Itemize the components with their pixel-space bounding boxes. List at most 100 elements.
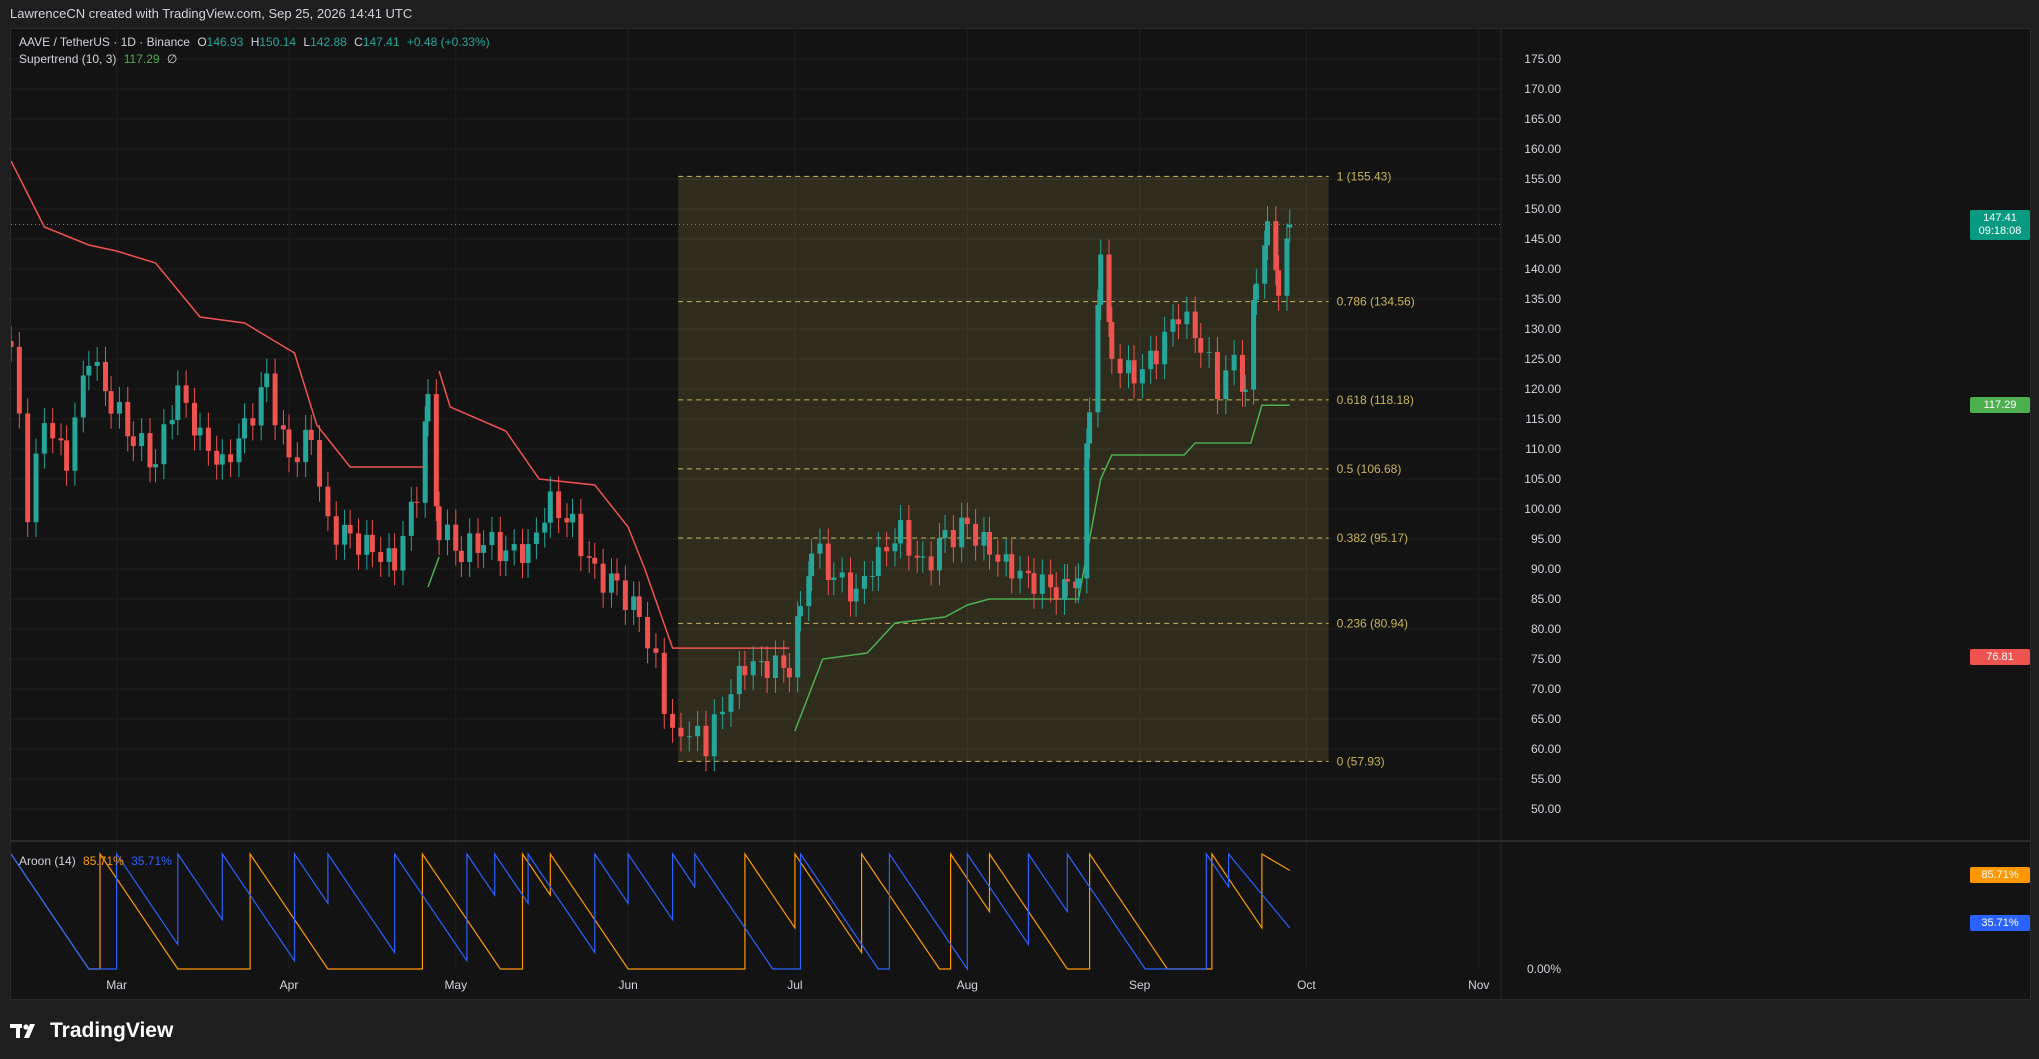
- y-tick-label: 80.00: [1531, 622, 1561, 636]
- candle-body: [458, 550, 464, 563]
- chart-attribution: LawrenceCN created with TradingView.com,…: [10, 6, 413, 21]
- price-legend: AAVE / TetherUS · 1D · Binance O146.93 H…: [19, 35, 494, 49]
- open-label: O: [197, 35, 207, 49]
- candle-body: [125, 401, 131, 437]
- candle-body: [25, 413, 31, 523]
- candle-body: [578, 513, 584, 557]
- candle-body: [400, 535, 406, 571]
- candle-body: [475, 533, 481, 553]
- candle-body: [1064, 578, 1070, 582]
- y-tick-label: 115.00: [1525, 412, 1561, 426]
- candle-body: [906, 520, 912, 556]
- candle-body: [1025, 570, 1031, 574]
- y-tick-label: 120.00: [1524, 382, 1561, 396]
- candle-body: [1242, 389, 1248, 392]
- aroon-legend[interactable]: Aroon (14) 85.71% 35.71%: [19, 854, 176, 868]
- aroon-down-value: 35.71%: [131, 854, 172, 868]
- candle-body: [653, 648, 659, 653]
- y-tick-label: 60.00: [1531, 742, 1561, 756]
- candle-body: [875, 547, 881, 576]
- candle-body: [103, 361, 109, 392]
- price-chart[interactable]: Mar Apr May Jun Jul Aug Sep Oct Nov 1 (155.43) 0.7…: [11, 29, 2030, 999]
- supertrend-legend[interactable]: Supertrend (10, 3) 117.29 ∅: [19, 52, 181, 66]
- tradingview-brand[interactable]: TradingView: [10, 1015, 173, 1047]
- countdown-value: 09:18:08: [1978, 225, 2022, 237]
- candle-body: [1262, 245, 1268, 284]
- candle-body: [497, 531, 503, 562]
- y-tick-label: 55.00: [1531, 772, 1561, 786]
- high-value: 150.14: [259, 35, 297, 49]
- candle-body: [622, 580, 628, 611]
- candle-body: [139, 433, 145, 447]
- y-tick-label: 50.00: [1531, 802, 1561, 816]
- candle-body: [1214, 351, 1220, 400]
- candle-body: [503, 550, 509, 562]
- candle-body: [936, 538, 942, 571]
- candle-body: [1126, 360, 1131, 374]
- candle-body: [695, 725, 701, 737]
- candle-body: [511, 544, 517, 551]
- candle-body: [981, 531, 987, 546]
- fib-level-label: 1 (155.43): [1337, 169, 1392, 183]
- candle-body: [525, 544, 531, 564]
- candle-body: [564, 518, 570, 523]
- candle-body: [1084, 443, 1090, 579]
- candle-body: [839, 572, 845, 578]
- candle-body: [197, 427, 203, 436]
- candle-body: [519, 544, 525, 564]
- candle-body: [1206, 351, 1212, 353]
- candle-body: [987, 531, 993, 555]
- candle-body: [914, 555, 920, 558]
- chart-frame[interactable]: Mar Apr May Jun Jul Aug Sep Oct Nov 1 (155.43) 0.7…: [10, 28, 2031, 1000]
- candle-body: [386, 548, 392, 562]
- aroon-label: Aroon (14): [19, 854, 76, 868]
- y-tick-label: 85.00: [1531, 592, 1561, 606]
- candle-body: [80, 375, 86, 418]
- candle-body: [1109, 321, 1115, 359]
- candle-body: [72, 417, 78, 471]
- candle-body: [317, 440, 323, 487]
- candle-body: [1062, 578, 1068, 600]
- candle-body: [481, 545, 487, 553]
- candle-body: [1075, 578, 1081, 589]
- candle-body: [1231, 354, 1237, 371]
- candle-body: [294, 457, 300, 463]
- candle-body: [797, 606, 803, 617]
- symbol-label[interactable]: AAVE / TetherUS · 1D · Binance: [19, 35, 190, 49]
- candle-body: [964, 517, 970, 524]
- y-tick-label: 160.00: [1524, 142, 1561, 156]
- candle-body: [355, 533, 361, 555]
- candle-body: [884, 547, 890, 552]
- candle-body: [678, 727, 684, 737]
- candle-body: [64, 440, 70, 471]
- candle-body: [1117, 358, 1123, 374]
- candle-body: [614, 573, 620, 581]
- candle-body: [425, 394, 431, 422]
- candle-body: [533, 532, 539, 545]
- aroon-down-badge: 35.71%: [1970, 915, 2030, 931]
- candle-body: [219, 454, 225, 465]
- candle-body: [759, 661, 765, 663]
- candle-body: [41, 423, 47, 454]
- aroon-up-value: 85.71%: [83, 854, 124, 868]
- candle-body: [236, 438, 242, 463]
- candle-body: [1053, 587, 1059, 600]
- y-tick-label: 125.00: [1524, 352, 1561, 366]
- y-tick-label: 135.00: [1524, 292, 1561, 306]
- y-tick-label: 175.00: [1524, 52, 1561, 66]
- last-price-value: 147.41: [1983, 212, 2017, 224]
- candle-body: [1239, 354, 1245, 392]
- y-tick-label: 165.00: [1524, 112, 1561, 126]
- candle-body: [853, 588, 859, 602]
- y-tick-label: 100.00: [1524, 502, 1561, 516]
- candle-body: [586, 556, 592, 558]
- y-tick-label: 150.00: [1524, 202, 1561, 216]
- candle-body: [720, 711, 726, 715]
- candle-body: [467, 533, 473, 563]
- candle-body: [795, 616, 801, 678]
- candle-body: [861, 576, 867, 589]
- candle-body: [242, 418, 248, 439]
- close-value: 147.41: [362, 35, 400, 49]
- x-tick-label: Mar: [106, 978, 127, 992]
- candle-body: [1192, 311, 1198, 339]
